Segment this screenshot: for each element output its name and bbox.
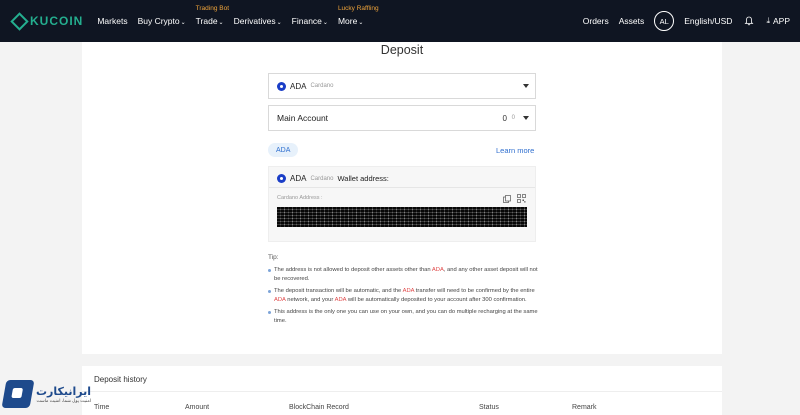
nav-trade[interactable]: Trading Bot Trade⌄ <box>195 5 229 26</box>
coin-symbol: ADA <box>290 174 307 183</box>
learn-more-link[interactable]: Learn more <box>496 146 534 155</box>
tips-title: Tip: <box>268 254 279 261</box>
kucoin-logo-icon <box>12 14 26 28</box>
watermark-text: ایرانیکارت امنیت پول شما، امنیت ماست <box>36 385 91 404</box>
nav-markets[interactable]: Markets <box>97 16 127 26</box>
nav-orders[interactable]: Orders <box>583 16 609 26</box>
column-header-status: Status <box>479 404 499 411</box>
account-select[interactable]: Main Account 0 0 <box>268 105 536 131</box>
wallet-address-label: Wallet address: <box>337 174 389 183</box>
chevron-down-icon: ⌄ <box>322 20 328 26</box>
tip-text: transfer will need to be confirmed by th… <box>414 288 535 294</box>
nav-trade-label: Trade <box>195 16 218 26</box>
tip-text: will be automatically deposited to your … <box>346 296 527 303</box>
iranicard-watermark: ایرانیکارت امنیت پول شما، امنیت ماست <box>1 376 114 412</box>
nav-more-label: More <box>337 16 358 26</box>
cardano-coin-icon <box>277 81 286 91</box>
coin-name: Cardano <box>310 175 334 182</box>
chevron-down-icon: ⌄ <box>358 20 364 26</box>
caret-down-icon <box>523 116 529 120</box>
chevron-down-icon: ⌄ <box>180 20 186 26</box>
nav-more[interactable]: Lucky Raffling More⌄ <box>337 5 379 26</box>
download-icon: ⤓ <box>766 16 770 25</box>
wallet-address-header: ADA Cardano Wallet address: <box>277 174 389 183</box>
wallet-address-box: ADA Cardano Wallet address: Cardano Addr… <box>268 166 536 242</box>
caret-down-icon <box>523 84 529 88</box>
nav-buy-crypto[interactable]: Buy Crypto⌄ <box>138 16 186 26</box>
tip-highlight: ADA <box>334 296 347 303</box>
coin-name: Cardano <box>310 83 334 89</box>
copy-icon[interactable] <box>503 195 511 203</box>
nav-derivatives-label: Derivatives <box>233 16 276 26</box>
chevron-down-icon: ⌄ <box>276 20 282 26</box>
avatar[interactable]: AL <box>654 11 675 31</box>
cardano-coin-icon <box>277 174 286 183</box>
tip-item: The address is not allowed to deposit ot… <box>268 266 538 283</box>
nav-buy-crypto-label: Buy Crypto <box>137 16 180 26</box>
account-label: Main Account <box>277 113 329 123</box>
tip-item: This address is the only one you can use… <box>268 308 538 325</box>
tip-text: This address is the only one you can use… <box>274 309 538 324</box>
tips-section: Tip: The address is not allowed to depos… <box>268 254 538 329</box>
watermark-sub: امنیت پول شما، امنیت ماست <box>36 397 92 403</box>
nav-right: Orders Assets AL English/USD ⤓ APP <box>573 0 790 42</box>
network-chip[interactable]: ADA <box>268 143 299 157</box>
deposit-card: Deposit ADA Cardano Main Account 0 0 ADA… <box>82 42 722 354</box>
app-label: APP <box>772 16 790 26</box>
nav-finance-label: Finance <box>291 16 322 26</box>
nav-derivatives[interactable]: Derivatives⌄ <box>234 16 282 26</box>
tip-highlight: ADA <box>274 296 286 303</box>
coin-select[interactable]: ADA Cardano <box>268 73 536 99</box>
coin-symbol: ADA <box>290 81 307 91</box>
bell-icon[interactable] <box>744 16 754 26</box>
chevron-down-icon: ⌄ <box>218 20 224 26</box>
tip-text: The deposit transaction will be automati… <box>274 288 403 294</box>
nav-finance[interactable]: Finance⌄ <box>292 16 328 26</box>
account-balance: 0 <box>502 113 507 123</box>
column-header-amount: Amount <box>185 404 210 411</box>
divider <box>269 187 535 188</box>
logo-text: KUCOIN <box>30 14 84 28</box>
account-balance-unit: 0 <box>511 115 515 121</box>
column-header-blockchain-record: BlockChain Record <box>289 404 349 411</box>
column-header-remark: Remark <box>572 404 597 411</box>
tip-highlight: ADA <box>431 267 444 273</box>
iranicard-logo-icon <box>1 380 35 408</box>
tip-highlight: ADA <box>402 288 415 294</box>
nav-assets[interactable]: Assets <box>619 16 645 26</box>
lucky-raffling-tag: Lucky Raffling <box>337 5 379 12</box>
qr-code-icon[interactable] <box>517 194 526 203</box>
tip-text: The address is not allowed to deposit ot… <box>274 267 432 273</box>
trading-bot-tag: Trading Bot <box>195 5 230 12</box>
cardano-address-label: Cardano Address : <box>277 195 323 201</box>
page-title: Deposit <box>380 43 424 57</box>
watermark-main: ایرانیکارت <box>36 385 92 398</box>
nav-markets-label: Markets <box>97 16 128 26</box>
deposit-history-card: Deposit history Time Amount BlockChain R… <box>82 366 722 415</box>
top-nav: KUCOIN Markets Buy Crypto⌄ Trading Bot T… <box>0 0 800 42</box>
tip-text: network, and your <box>285 296 335 303</box>
kucoin-logo[interactable]: KUCOIN <box>12 14 83 28</box>
redacted-wallet-address <box>277 207 527 227</box>
app-download-link[interactable]: ⤓ APP <box>766 16 790 26</box>
divider <box>82 391 722 392</box>
locale-selector[interactable]: English/USD <box>684 16 732 26</box>
tip-item: The deposit transaction will be automati… <box>268 287 538 304</box>
